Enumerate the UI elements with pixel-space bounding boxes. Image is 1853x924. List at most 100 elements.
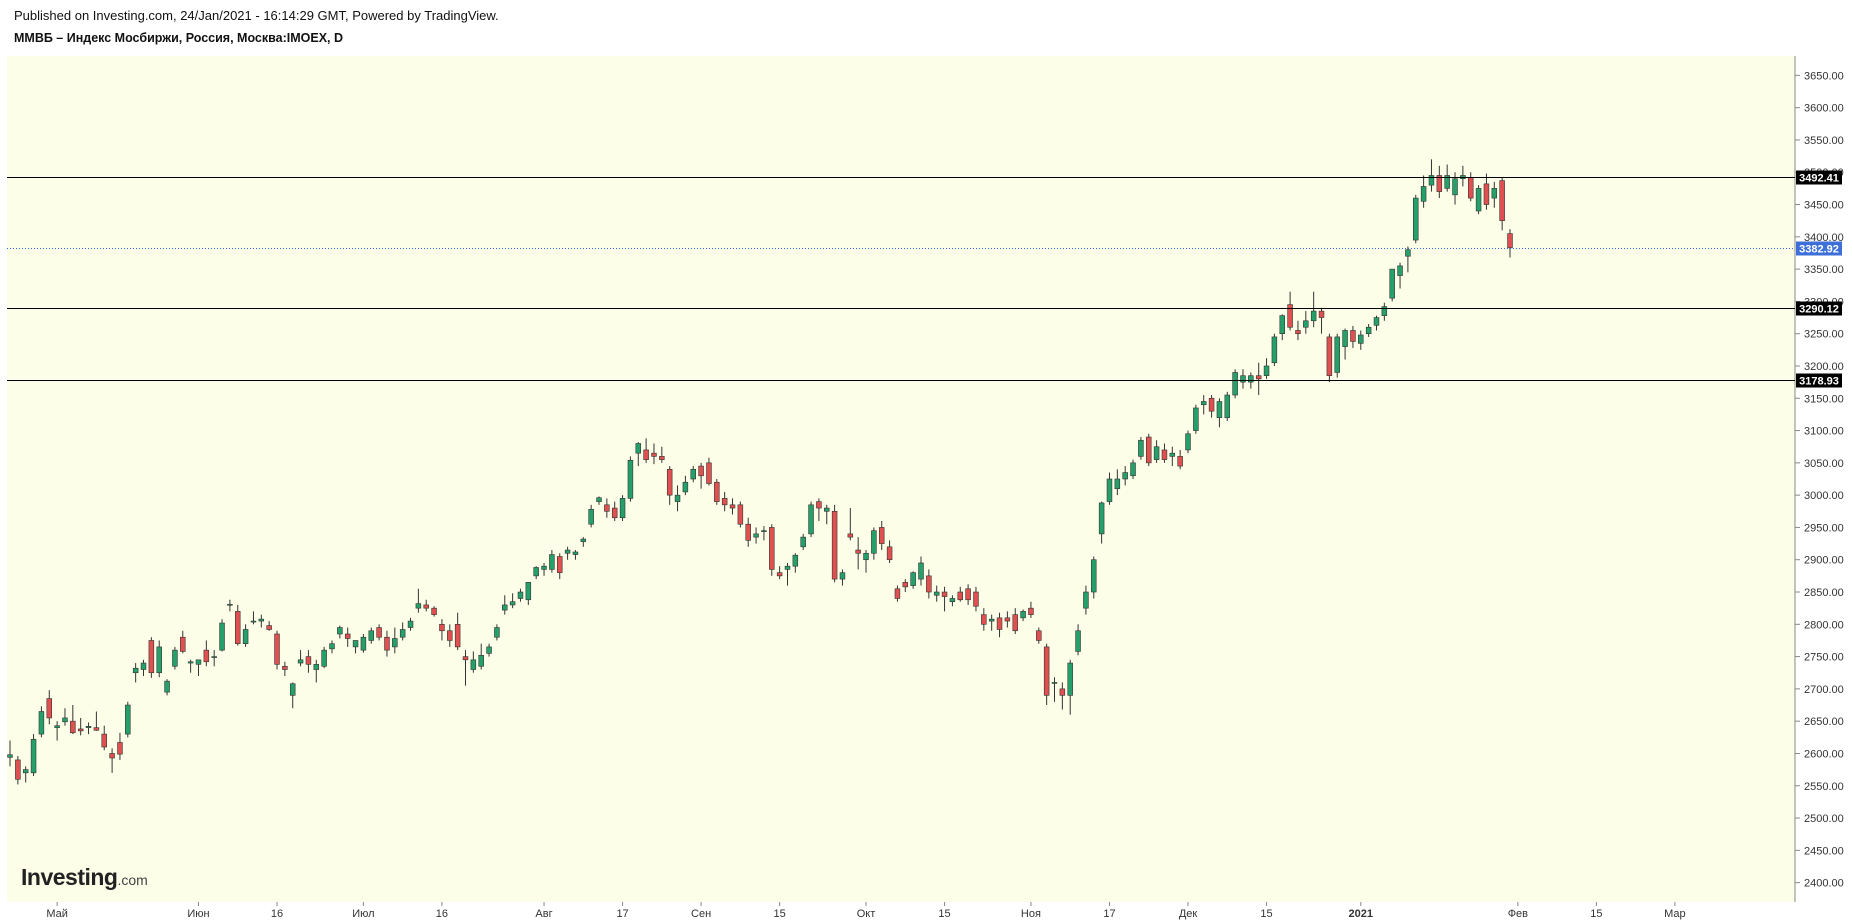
x-tick-label: 15 [1260,908,1272,920]
candle-body [1295,330,1301,334]
candle-body [321,649,327,667]
candle-body [690,469,696,480]
candle-body [816,501,822,509]
y-tick-label: 2850.00 [1804,587,1844,599]
y-tick-label: 2800.00 [1804,619,1844,631]
x-tick-label: 2021 [1349,908,1373,920]
candle-body [1208,397,1215,412]
candle-body [611,507,618,519]
y-tick-label: 2750.00 [1804,652,1844,664]
candle-body [988,618,995,622]
candle-body [7,754,13,758]
candle-body [1185,433,1191,451]
candle-body [1224,394,1231,418]
x-tick-label: 15 [938,908,950,920]
candle-body [1059,688,1066,696]
candle-body [85,726,92,728]
x-tick-label: 15 [1590,908,1602,920]
candle-body [714,481,720,502]
candle [1326,333,1333,383]
candle-body [203,649,210,663]
candle-body [1161,449,1168,460]
candle-body [1153,446,1160,460]
candle [769,524,775,576]
x-tick-label: Июн [187,908,209,920]
y-tick-label: 3650.00 [1804,70,1844,82]
candle-body [910,572,916,586]
candle-body [588,509,594,525]
x-tick-label: Ноя [1021,908,1041,920]
logo-wordmark: Investing [21,864,118,890]
candle-body [1240,375,1246,383]
y-tick-label: 2450.00 [1804,845,1844,857]
candle-body [1342,330,1348,347]
candle-body [313,664,320,670]
candle-body [627,459,634,499]
candle-body [1255,375,1262,380]
candle-body [1130,462,1136,477]
candle-body [666,469,673,496]
candle [1389,268,1395,302]
candle [1475,185,1482,215]
candle-body [242,629,249,644]
candle-body [1475,188,1482,212]
x-tick-label: 15 [774,908,786,920]
candle-body [831,510,838,580]
candle-body [376,627,382,638]
x-tick-label: Сен [691,908,711,920]
x-tick-label: Май [46,908,68,920]
candle-body [399,629,406,638]
candle-body [101,733,107,748]
candle-body [949,598,956,603]
y-tick-label: 3100.00 [1804,426,1844,438]
candle-body [1051,682,1058,684]
candle-body [494,627,500,638]
y-tick-label: 3200.00 [1804,361,1844,373]
candle [1334,333,1340,378]
candle-body [902,582,909,588]
candle-body [824,507,830,512]
candle-body [329,643,335,650]
level-label: 3178.93 [1799,376,1839,388]
candle-body [580,538,587,542]
y-tick-label: 2700.00 [1804,684,1844,696]
y-tick-label: 3550.00 [1804,135,1844,147]
candle-body [125,704,131,735]
candle-body [1012,614,1018,632]
candle-body [557,556,563,573]
candle-body [38,711,45,735]
candle-body [235,611,241,644]
candle-body [1193,407,1199,431]
candle-body [384,636,390,651]
candle-body [1452,178,1458,196]
candle-body [847,533,854,538]
candle-body [698,465,704,477]
candle-body [289,683,296,696]
candle-body [219,622,225,651]
candle-body [447,630,453,641]
candle-body [423,604,429,609]
candle-body [674,494,681,502]
y-tick-label: 2600.00 [1804,748,1844,760]
candle-body [15,759,21,780]
candle [219,619,225,652]
candle-body [46,698,53,719]
candle-body [22,769,29,774]
candle-body [517,591,524,599]
price-chart[interactable]: 2400.00 2450.00 2500.00 2550.00 2600.00 2650.… [0,0,1853,924]
candle-body [282,665,288,670]
candle [1185,430,1191,454]
x-tick-label: Авг [535,908,552,920]
candle-body [1036,630,1042,641]
candle [1146,433,1152,467]
candle-body [109,753,115,759]
logo-suffix: .com [117,872,148,888]
candle [1232,369,1238,399]
candle-body [211,656,217,658]
candle-body [682,481,689,493]
candle-body [164,680,170,693]
y-tick-label: 3000.00 [1804,490,1844,502]
candle [714,479,720,505]
candle [125,701,131,738]
candle-body [1083,591,1089,609]
